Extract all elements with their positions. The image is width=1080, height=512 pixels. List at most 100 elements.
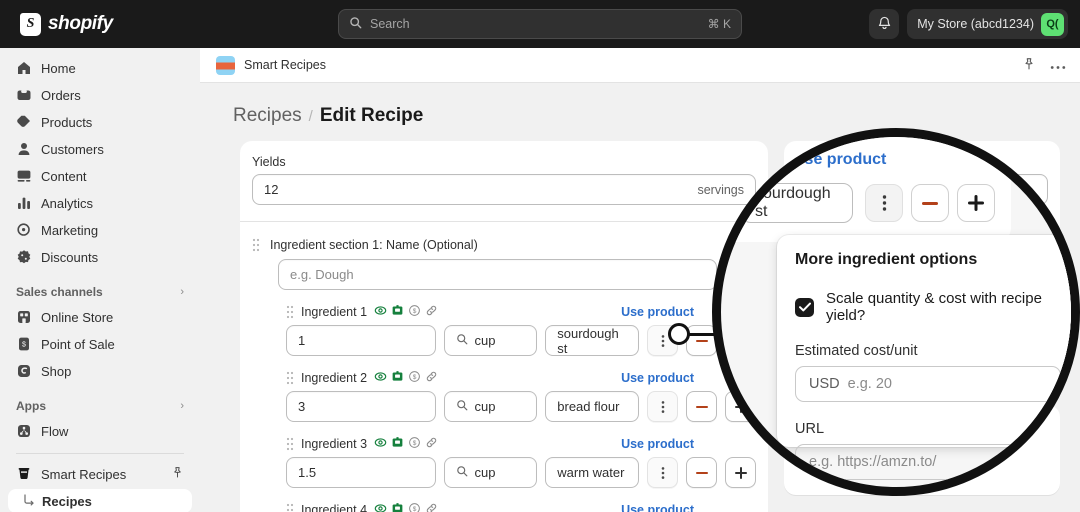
drag-handle-icon[interactable] <box>286 305 294 319</box>
ingredient-name-input[interactable]: sourdough st <box>545 325 639 356</box>
more-horizontal-icon[interactable] <box>1050 58 1066 73</box>
sidebar-item-customers[interactable]: Customers <box>8 137 192 161</box>
ingredient-status-icons: $ <box>374 436 438 452</box>
magnified-ingredient-options-button[interactable] <box>865 184 903 222</box>
ingredient-unit-input[interactable]: cup <box>443 391 538 422</box>
branch-arrow-icon <box>22 494 36 508</box>
magnified-ingredient-name-input[interactable]: sourdough st <box>741 183 853 223</box>
top-bar-right: My Store (abcd1234) Q( <box>869 9 1068 39</box>
sidebar-item-orders[interactable]: Orders <box>8 83 192 107</box>
search-placeholder: Search <box>370 17 410 31</box>
dollar-icon[interactable]: $ <box>408 370 421 386</box>
marketing-target-icon <box>16 222 32 238</box>
ingredient-unit-input[interactable]: cup <box>443 325 538 356</box>
link-icon[interactable] <box>425 304 438 320</box>
sidebar-item-discounts[interactable]: Discounts <box>8 245 192 269</box>
sidebar-item-flow[interactable]: Flow <box>8 419 192 443</box>
ingredient-quantity-input[interactable]: 1.5 <box>286 457 436 488</box>
sidebar-item-smart-recipes[interactable]: Smart Recipes <box>8 462 192 486</box>
link-icon[interactable] <box>425 370 438 386</box>
sidebar-item-point-of-sale[interactable]: $ Point of Sale <box>8 332 192 356</box>
scale-quantity-label: Scale quantity & cost with recipe yield? <box>826 290 1042 324</box>
sidebar-item-label: Point of Sale <box>41 336 115 352</box>
scale-icon[interactable] <box>391 436 404 452</box>
use-product-link[interactable]: Use product <box>621 371 694 385</box>
dollar-icon[interactable]: $ <box>408 502 421 512</box>
ingredient-name-value: warm water <box>557 465 625 480</box>
ingredient-label: Ingredient 2 <box>301 371 368 385</box>
sidebar-item-analytics[interactable]: Analytics <box>8 191 192 215</box>
ingredient-name-input[interactable]: warm water <box>545 457 639 488</box>
eye-icon[interactable] <box>374 502 387 512</box>
sidebar-item-online-store[interactable]: Online Store <box>8 305 192 329</box>
magnified-use-product-link[interactable]: Use product <box>793 151 886 169</box>
use-product-link[interactable]: Use product <box>621 305 694 319</box>
search-input[interactable]: Search ⌘ K <box>338 9 742 39</box>
dollar-icon[interactable]: $ <box>408 436 421 452</box>
ingredient-fields: 3 cup bread flour <box>286 391 756 422</box>
sidebar-item-products[interactable]: Products <box>8 110 192 134</box>
estimated-cost-label: Estimated cost/unit <box>795 343 918 359</box>
ingredient-options-button[interactable] <box>647 391 678 422</box>
scale-icon[interactable] <box>391 370 404 386</box>
yields-input[interactable]: 12 servings <box>252 174 756 205</box>
link-icon[interactable] <box>425 436 438 452</box>
shopify-bag-icon: S <box>20 12 41 36</box>
ingredient-quantity-input[interactable]: 3 <box>286 391 436 422</box>
magnifier-content: Use product sourdough st More ingredient… <box>721 137 1071 487</box>
eye-icon[interactable] <box>374 436 387 452</box>
yields-field: Yields 12 servings <box>252 155 756 205</box>
sidebar-item-label: Shop <box>41 363 72 379</box>
remove-ingredient-button[interactable] <box>686 457 717 488</box>
magnified-add-ingredient-button[interactable] <box>957 184 995 222</box>
link-icon[interactable] <box>425 502 438 512</box>
callout-target-marker <box>668 323 690 345</box>
search-icon <box>456 399 468 414</box>
ingredient-fields: 1.5 cup warm water <box>286 457 756 488</box>
breadcrumb-parent[interactable]: Recipes <box>233 105 302 127</box>
section-name-input[interactable]: e.g. Dough <box>278 259 717 290</box>
ingredient-quantity-input[interactable]: 1 <box>286 325 436 356</box>
drag-handle-icon[interactable] <box>252 238 260 252</box>
scale-icon[interactable] <box>391 304 404 320</box>
scale-icon[interactable] <box>391 502 404 512</box>
ingredient-unit-input[interactable]: cup <box>443 457 538 488</box>
shopify-logo[interactable]: S shopify <box>12 12 113 36</box>
sidebar-item-label: Products <box>41 114 93 130</box>
sidebar-item-label: Customers <box>41 141 104 157</box>
sidebar-item-recipes[interactable]: Recipes <box>8 489 192 512</box>
use-product-link[interactable]: Use product <box>621 437 694 451</box>
estimated-cost-input[interactable]: USD e.g. 20 <box>795 366 1061 402</box>
notifications-button[interactable] <box>869 9 900 39</box>
analytics-bars-icon <box>16 195 32 211</box>
ingredient-unit-value: cup <box>474 399 496 414</box>
recipe-form-card: Yields 12 servings Ingredient section 1:… <box>240 141 768 512</box>
store-switcher[interactable]: My Store (abcd1234) Q( <box>907 9 1068 39</box>
dollar-icon[interactable]: $ <box>408 304 421 320</box>
ingredient-quantity-value: 3 <box>298 399 306 414</box>
pin-icon[interactable] <box>171 466 184 482</box>
ingredient-status-icons: $ <box>374 502 438 512</box>
sidebar-item-content[interactable]: Content <box>8 164 192 188</box>
ingredient-name-input[interactable]: bread flour <box>545 391 639 422</box>
eye-icon[interactable] <box>374 370 387 386</box>
url-input[interactable]: e.g. https://amzn.to/ <box>795 444 1061 480</box>
sidebar-section-apps[interactable]: Apps › <box>8 395 192 417</box>
sidebar-item-home[interactable]: Home <box>8 56 192 80</box>
use-product-link[interactable]: Use product <box>621 503 694 512</box>
magnified-remove-ingredient-button[interactable] <box>911 184 949 222</box>
remove-ingredient-button[interactable] <box>686 391 717 422</box>
ingredient-options-button[interactable] <box>647 457 678 488</box>
sidebar-item-marketing[interactable]: Marketing <box>8 218 192 242</box>
yields-value: 12 <box>264 182 279 197</box>
drag-handle-icon[interactable] <box>286 371 294 385</box>
sidebar-section-sales-channels[interactable]: Sales channels › <box>8 281 192 303</box>
scale-quantity-checkbox-row[interactable]: Scale quantity & cost with recipe yield? <box>795 290 1061 324</box>
drag-handle-icon[interactable] <box>286 437 294 451</box>
shop-icon <box>16 363 32 379</box>
scale-quantity-checkbox[interactable] <box>795 297 814 317</box>
eye-icon[interactable] <box>374 304 387 320</box>
drag-handle-icon[interactable] <box>286 503 294 512</box>
pin-icon[interactable] <box>1022 57 1036 74</box>
sidebar-item-shop[interactable]: Shop <box>8 359 192 383</box>
